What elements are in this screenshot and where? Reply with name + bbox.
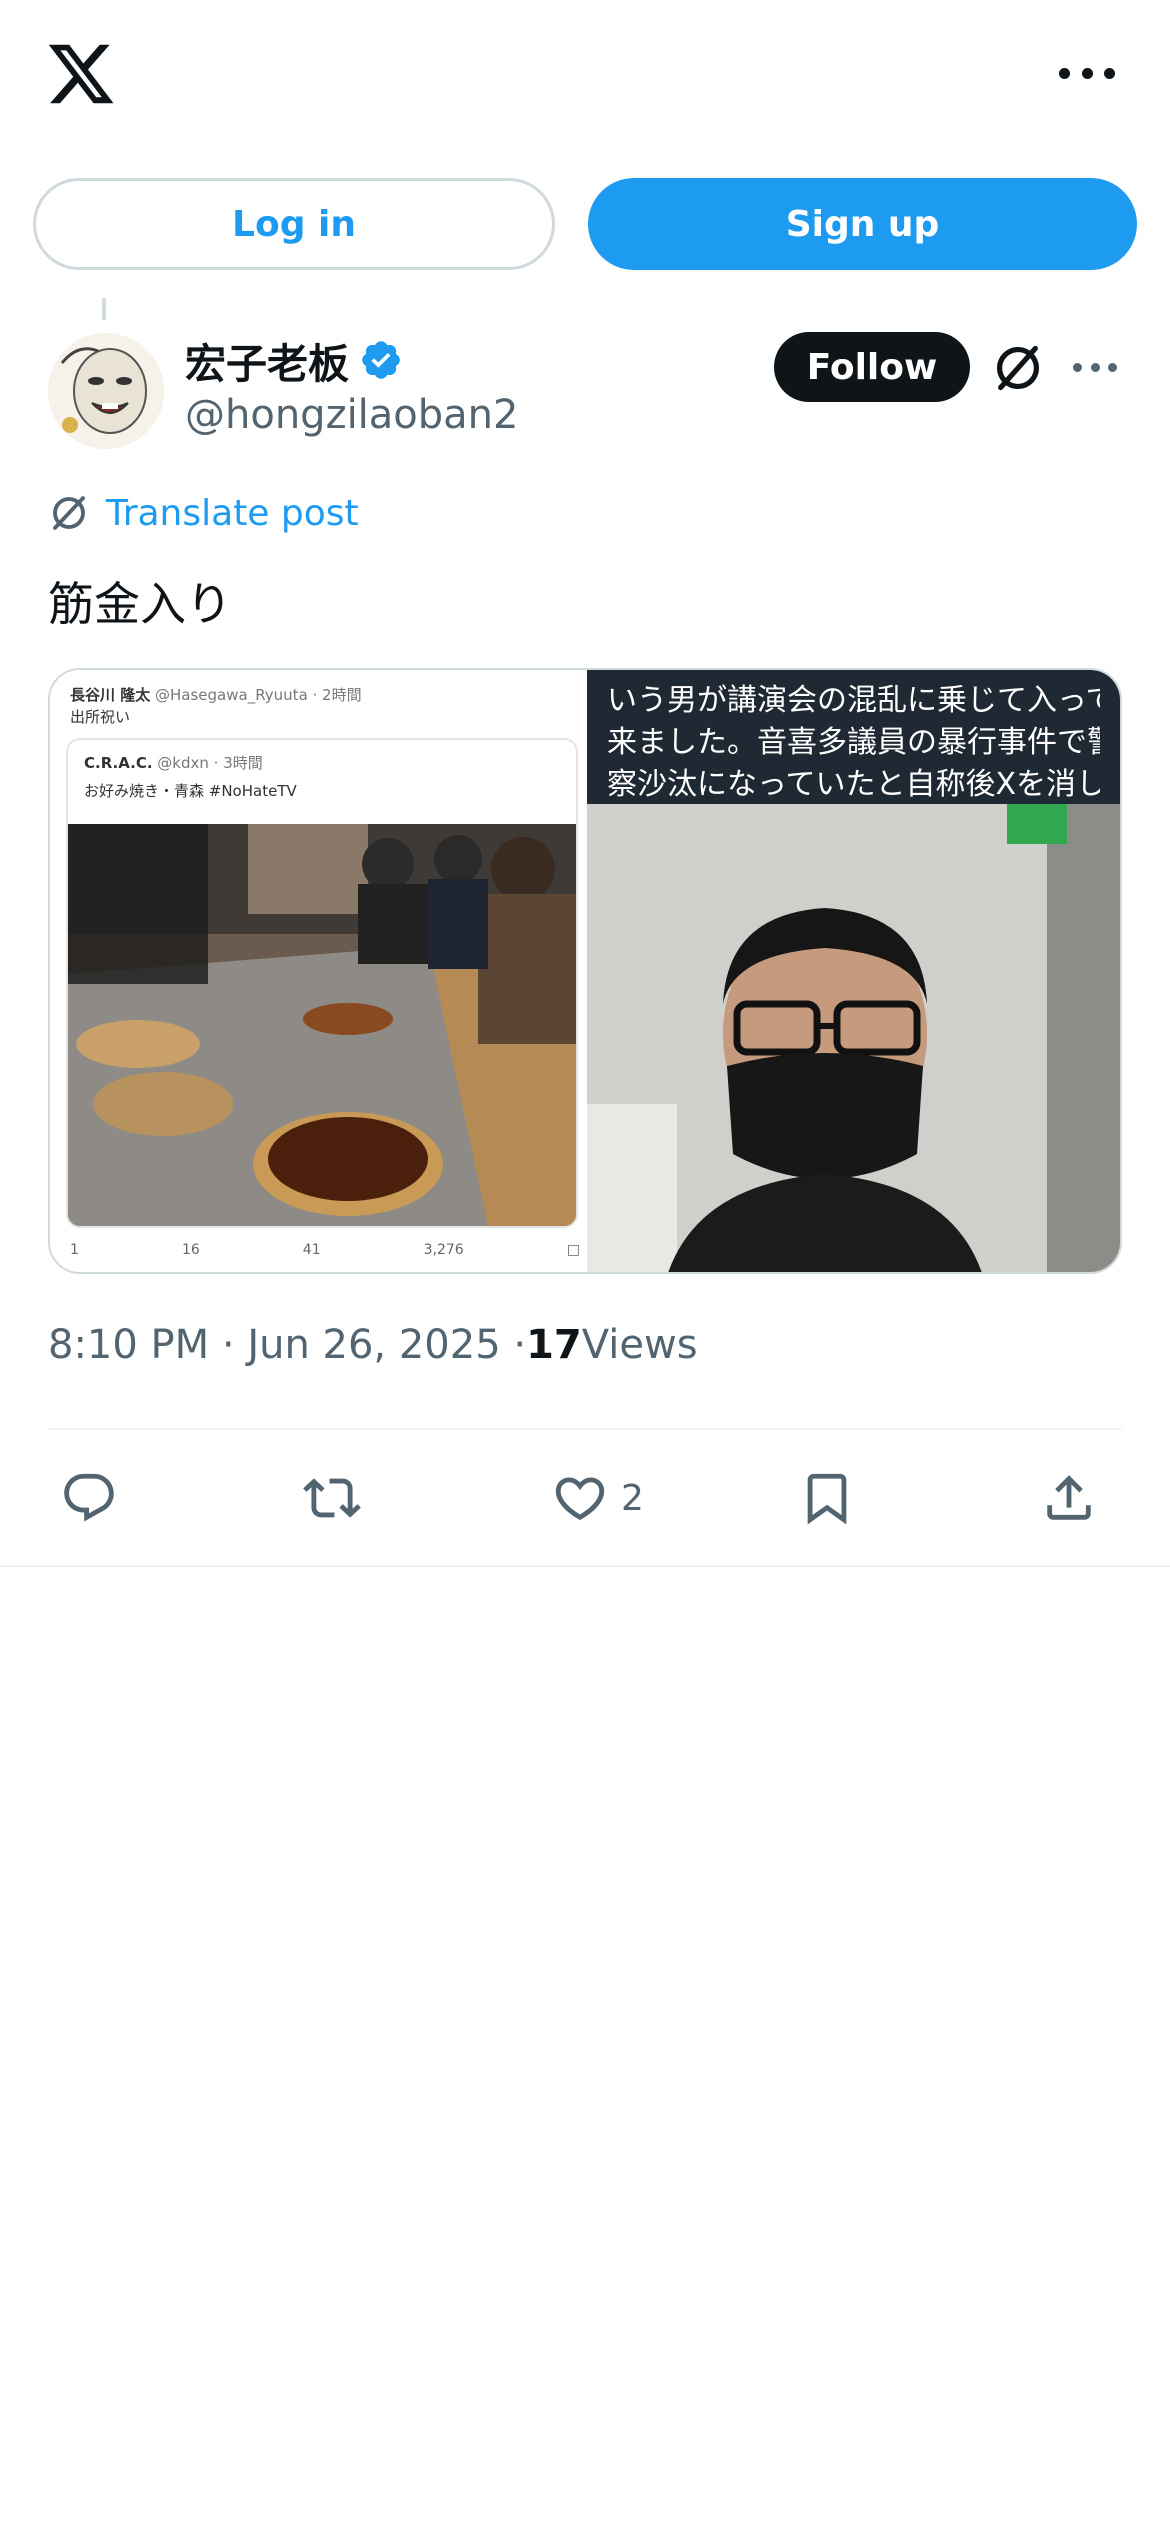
- author-handle[interactable]: @hongzilaoban2: [185, 392, 518, 438]
- like-count: 2: [621, 1477, 644, 1519]
- post-more-icon[interactable]: [1073, 363, 1117, 373]
- verified-badge-icon: [362, 341, 400, 379]
- embedded-author: 長谷川 隆太 @Hasegawa_Ryuuta · 2時間: [70, 686, 362, 704]
- thread-connector: [102, 298, 106, 320]
- views-label: Views: [581, 1322, 698, 1368]
- heart-icon: [555, 1477, 605, 1521]
- divider: [48, 1428, 1122, 1430]
- post-timestamp[interactable]: 8:10 PM · Jun 26, 2025 · 17 Views: [48, 1322, 698, 1368]
- author-name-row[interactable]: 宏子老板: [185, 330, 403, 390]
- okonomiyaki-photo: [68, 824, 576, 1226]
- reply-icon: [64, 1473, 114, 1522]
- signup-button[interactable]: Sign up: [588, 178, 1137, 270]
- translate-label[interactable]: Translate post: [106, 493, 359, 534]
- grok-icon[interactable]: [992, 342, 1044, 394]
- image-caption-overlay: いう男が講演会の混乱に乗じて入って 来ました。音喜多議員の暴行事件で警 察沙汰に…: [587, 670, 1120, 804]
- repost-button[interactable]: [303, 1469, 373, 1527]
- repost-icon: [303, 1478, 361, 1518]
- share-icon: [1047, 1475, 1091, 1520]
- post-actions: 2: [48, 1455, 1122, 1545]
- author-display-name[interactable]: 宏子老板: [185, 330, 349, 390]
- embedded-stats: 1 16 41 3,276 □: [70, 1242, 580, 1258]
- media-image-right[interactable]: いう男が講演会の混乱に乗じて入って 来ました。音喜多議員の暴行事件で警 察沙汰に…: [587, 670, 1120, 1272]
- auth-buttons: Log in Sign up: [33, 178, 1137, 270]
- like-button[interactable]: 2: [551, 1469, 644, 1527]
- reply-button[interactable]: [60, 1469, 130, 1527]
- embedded-quote-author: C.R.A.C. @kdxn · 3時間: [84, 754, 263, 772]
- share-button[interactable]: [1040, 1469, 1098, 1527]
- top-bar: [0, 0, 1170, 150]
- timestamp-text[interactable]: 8:10 PM · Jun 26, 2025 ·: [48, 1322, 526, 1368]
- translate-post-link[interactable]: Translate post: [48, 492, 359, 534]
- embedded-quote-text: お好み焼き・青森 #NoHateTV: [84, 782, 297, 800]
- views-count: 17: [526, 1322, 582, 1368]
- follow-button[interactable]: Follow: [774, 332, 970, 402]
- bookmark-icon: [807, 1473, 847, 1525]
- media-image-left[interactable]: 長谷川 隆太 @Hasegawa_Ryuuta · 2時間 出所祝い C.R.A…: [50, 670, 587, 1272]
- post-media[interactable]: 長谷川 隆太 @Hasegawa_Ryuuta · 2時間 出所祝い C.R.A…: [48, 668, 1122, 1274]
- masked-man-photo: [587, 804, 1120, 1272]
- x-logo-icon[interactable]: [45, 38, 117, 110]
- more-options-icon[interactable]: [1059, 58, 1115, 88]
- embedded-quote-card: C.R.A.C. @kdxn · 3時間 お好み焼き・青森 #NoHateTV: [66, 738, 578, 1228]
- login-button[interactable]: Log in: [33, 178, 555, 270]
- bookmark-button[interactable]: [798, 1469, 856, 1527]
- divider: [0, 1565, 1170, 1567]
- post-text: 筋金入り: [48, 577, 232, 631]
- grok-translate-icon: [53, 496, 85, 530]
- embedded-text: 出所祝い: [70, 708, 131, 726]
- avatar[interactable]: [48, 333, 164, 449]
